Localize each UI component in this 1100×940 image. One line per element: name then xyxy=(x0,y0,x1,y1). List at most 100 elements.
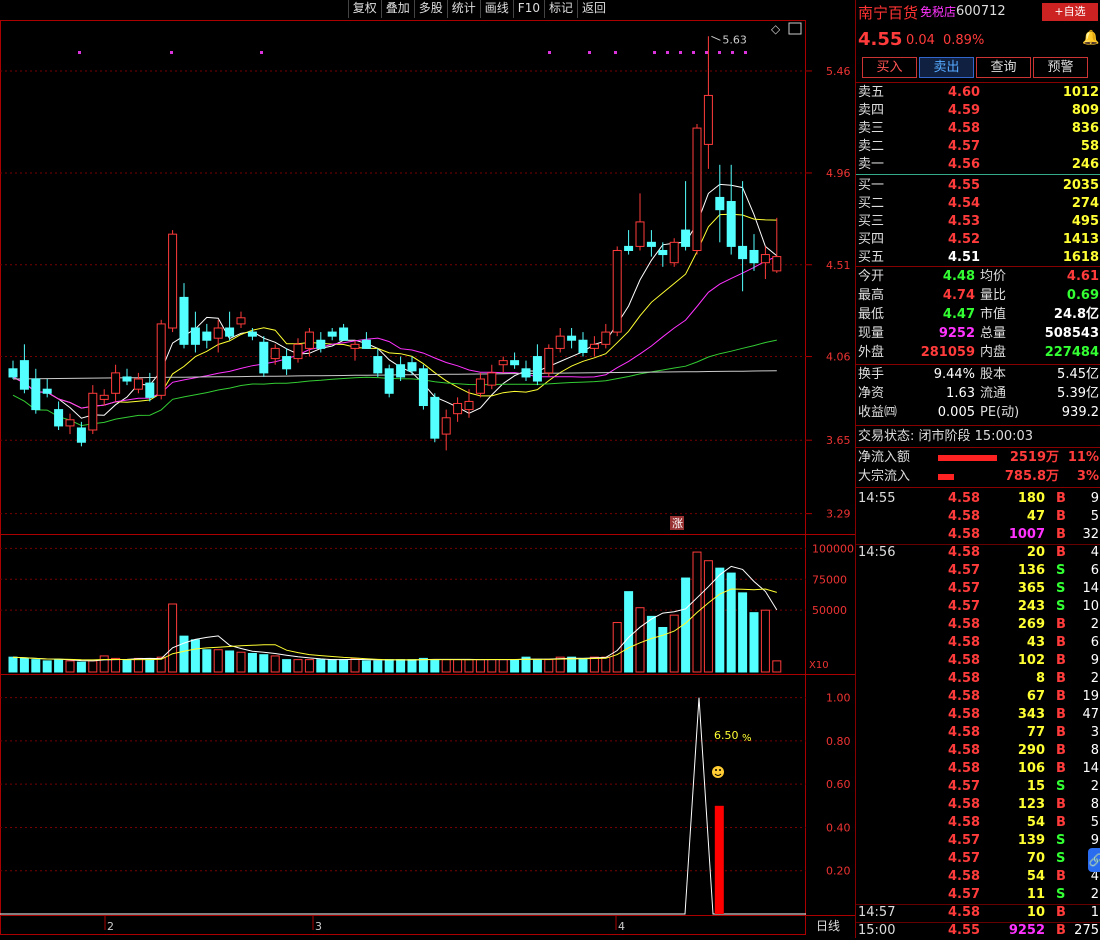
volume-bar[interactable] xyxy=(407,659,417,673)
candle-body[interactable] xyxy=(715,196,725,211)
volume-bar[interactable] xyxy=(225,650,235,673)
volume-bar[interactable] xyxy=(464,659,474,673)
volume-bar[interactable] xyxy=(190,639,200,673)
volume-bar[interactable] xyxy=(441,659,451,673)
volume-bar[interactable] xyxy=(384,659,394,673)
candle-body[interactable] xyxy=(578,339,588,353)
candle-body[interactable] xyxy=(190,327,200,345)
volume-bar[interactable] xyxy=(99,655,109,673)
candle-body[interactable] xyxy=(749,249,759,264)
volume-bar[interactable] xyxy=(475,659,485,673)
volume-bar[interactable] xyxy=(703,560,713,673)
candle-body[interactable] xyxy=(544,347,554,374)
volume-bar[interactable] xyxy=(624,591,634,673)
period-label[interactable]: 日线 xyxy=(816,919,840,933)
volume-bar[interactable] xyxy=(293,659,303,673)
volume-bar[interactable] xyxy=(202,649,212,673)
candle-body[interactable] xyxy=(453,402,463,415)
candle-body[interactable] xyxy=(612,249,622,333)
candle-body[interactable] xyxy=(646,241,656,247)
candle-body[interactable] xyxy=(179,296,189,345)
volume-bar[interactable] xyxy=(498,659,508,673)
diamond-icon[interactable]: ◇ xyxy=(771,22,781,36)
kline-chart-area[interactable]: 5.46 4.96 4.51 4.06 3.65 3.29 100000 75000 50000… xyxy=(0,0,855,938)
volume-bar[interactable] xyxy=(145,659,155,673)
candle-body[interactable] xyxy=(88,392,98,431)
candle-body[interactable] xyxy=(259,341,269,374)
candle-body[interactable] xyxy=(464,400,474,411)
volume-bar[interactable] xyxy=(259,654,269,673)
candle-body[interactable] xyxy=(726,201,736,247)
candle-body[interactable] xyxy=(293,343,303,360)
kline-chart[interactable]: 5.46 4.96 4.51 4.06 3.65 3.29 100000 75000 50000… xyxy=(0,0,855,938)
volume-bar[interactable] xyxy=(373,660,383,673)
action-button-2[interactable]: 查询 xyxy=(976,57,1031,78)
volume-bar[interactable] xyxy=(760,609,770,673)
volume-bar[interactable] xyxy=(510,659,520,673)
candle-body[interactable] xyxy=(339,327,349,341)
volume-bar[interactable] xyxy=(726,572,736,673)
candle-body[interactable] xyxy=(65,419,75,427)
action-button-0[interactable]: 买入 xyxy=(862,57,917,78)
candle-body[interactable] xyxy=(498,360,508,366)
add-watchlist-button[interactable]: +自选 xyxy=(1042,3,1098,21)
volume-bar[interactable] xyxy=(122,659,132,673)
candle-body[interactable] xyxy=(327,331,337,337)
candle-body[interactable] xyxy=(669,241,679,264)
volume-bar[interactable] xyxy=(88,660,98,673)
candle-body[interactable] xyxy=(396,364,406,378)
candle-body[interactable] xyxy=(168,233,178,329)
candle-body[interactable] xyxy=(202,331,212,341)
candle-body[interactable] xyxy=(692,127,702,251)
candle-body[interactable] xyxy=(772,256,782,272)
candle-body[interactable] xyxy=(384,368,394,394)
candle-body[interactable] xyxy=(304,331,314,349)
volume-bar[interactable] xyxy=(304,659,314,673)
candle-body[interactable] xyxy=(555,335,565,349)
volume-bar[interactable] xyxy=(589,656,599,673)
volume-bar[interactable] xyxy=(65,660,75,673)
candle-body[interactable] xyxy=(521,368,531,378)
candle-body[interactable] xyxy=(635,221,645,247)
volume-bar[interactable] xyxy=(418,657,428,673)
candle-body[interactable] xyxy=(350,343,360,349)
candle-body[interactable] xyxy=(31,378,41,411)
candle-body[interactable] xyxy=(270,347,280,360)
volume-bar[interactable] xyxy=(179,635,189,673)
volume-bar[interactable] xyxy=(42,660,52,673)
candle-body[interactable] xyxy=(760,254,770,264)
candle-body[interactable] xyxy=(738,245,748,260)
toolbar-button-0[interactable]: 复权 xyxy=(347,0,381,18)
volume-bar[interactable] xyxy=(8,656,18,673)
candle-body[interactable] xyxy=(111,372,121,394)
candle-body[interactable] xyxy=(510,360,520,366)
candle-body[interactable] xyxy=(247,331,257,337)
window-icon[interactable] xyxy=(788,22,802,35)
candle-body[interactable] xyxy=(441,417,451,435)
candle-body[interactable] xyxy=(601,331,611,345)
candle-body[interactable] xyxy=(76,427,86,443)
candle-body[interactable] xyxy=(156,323,166,396)
candle-body[interactable] xyxy=(8,368,18,378)
candle-body[interactable] xyxy=(133,378,143,390)
toolbar-button-4[interactable]: 画线 xyxy=(479,0,513,18)
volume-bar[interactable] xyxy=(669,614,679,673)
volume-bar[interactable] xyxy=(76,661,86,673)
volume-bar[interactable] xyxy=(738,592,748,673)
candle-body[interactable] xyxy=(282,356,292,370)
candle-body[interactable] xyxy=(19,360,29,390)
candle-body[interactable] xyxy=(99,394,109,400)
volume-bar[interactable] xyxy=(487,659,497,673)
candle-body[interactable] xyxy=(407,362,417,372)
candle-body[interactable] xyxy=(487,372,497,386)
toolbar-button-5[interactable]: F10 xyxy=(512,0,544,18)
volume-bar[interactable] xyxy=(532,659,542,673)
indicator-bar[interactable] xyxy=(714,805,724,914)
toolbar-button-7[interactable]: 返回 xyxy=(576,0,610,18)
volume-bar[interactable] xyxy=(396,659,406,673)
toolbar-button-6[interactable]: 标记 xyxy=(543,0,577,18)
candle-body[interactable] xyxy=(532,356,542,382)
candle-body[interactable] xyxy=(430,396,440,439)
action-button-1[interactable]: 卖出 xyxy=(919,57,974,78)
volume-bar[interactable] xyxy=(133,657,143,673)
